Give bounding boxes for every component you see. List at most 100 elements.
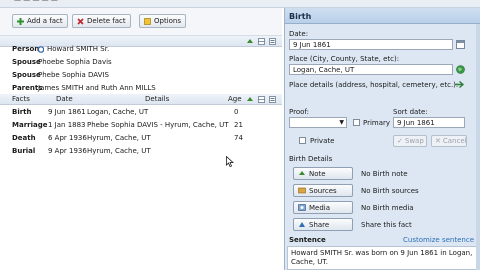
fact-details: Phebe Sophia DAVIS - Hyrum, Cache, UT <box>87 121 229 129</box>
cancel-label: Cancel <box>442 137 467 145</box>
swap-button[interactable]: ✓ Swap <box>393 135 427 147</box>
media-status: No Birth media <box>361 204 414 212</box>
fact-type: Burial <box>12 147 36 155</box>
proof-label: Proof: <box>289 108 309 116</box>
media-button[interactable]: Media <box>293 201 353 214</box>
options-label: Options <box>154 17 182 25</box>
delete-fact-button[interactable]: Delete fact <box>72 14 131 28</box>
fact-details: Hyrum, Cache, UT <box>87 147 151 155</box>
family-row-value: Phebe Sophia DAVIS <box>38 71 109 79</box>
fact-edit-panel: Birth Date: 9 Jun 1861 Place (City, Coun… <box>284 8 480 270</box>
share-button-label: Share <box>309 220 330 229</box>
top-strip: — — — — — <box>0 0 480 8</box>
swap-label: Swap <box>404 137 424 145</box>
note-status: No Birth note <box>361 170 408 178</box>
share-status: Share this fact <box>361 221 412 229</box>
fact-age: 74 <box>234 134 243 142</box>
fact-row-death[interactable]: Death 6 Apr 1936 Hyrum, Cache, UT 74 <box>0 132 282 144</box>
share-icon <box>298 221 306 228</box>
person-icon[interactable] <box>246 96 254 103</box>
media-button-label: Media <box>309 203 331 212</box>
sentence-label: Sentence <box>289 236 326 244</box>
calendar-icon[interactable] <box>456 39 465 49</box>
panel-title: Birth <box>289 12 312 21</box>
column-header-details[interactable]: Details <box>145 95 169 103</box>
delete-fact-label: Delete fact <box>87 17 126 25</box>
primary-checkbox[interactable] <box>353 119 360 126</box>
chevron-down-icon: ▼ <box>339 119 344 126</box>
fact-age: 0 <box>234 108 239 116</box>
fact-row-birth[interactable]: Birth 9 Jun 1861 Logan, Cache, UT 0 <box>0 106 282 118</box>
sources-button-label: Sources <box>309 186 337 195</box>
family-row-label: Spouse <box>12 58 41 66</box>
place-field[interactable]: Logan, Cache, UT <box>289 64 453 75</box>
primary-label: Primary <box>363 119 391 127</box>
family-row-label: Person <box>12 45 40 53</box>
fact-date: 1 Jan 1883 <box>48 121 86 129</box>
fact-details: Hyrum, Cache, UT <box>87 134 151 142</box>
fact-row-marriage[interactable]: Marriage 1 Jan 1883 Phebe Sophia DAVIS -… <box>0 119 282 131</box>
family-row-label: Spouse <box>12 71 41 79</box>
fact-row-burial[interactable]: Burial 9 Apr 1936 Hyrum, Cache, UT <box>0 145 282 157</box>
options-icon <box>144 17 151 25</box>
add-icon <box>17 17 24 25</box>
private-checkbox[interactable] <box>299 137 306 144</box>
note-button[interactable]: Note <box>293 167 353 180</box>
panel-title-bar: Birth <box>285 8 480 24</box>
share-button[interactable]: Share <box>293 218 353 231</box>
grid-view-icon[interactable] <box>258 96 265 103</box>
male-icon <box>37 45 45 53</box>
fact-type: Marriage <box>12 121 48 129</box>
toolbar: Add a fact Delete fact Options <box>0 8 282 36</box>
place-label: Place (City, County, State, etc): <box>289 55 400 63</box>
sort-date-label: Sort date: <box>393 108 428 116</box>
birth-details-label: Birth Details <box>289 155 333 163</box>
column-header-facts[interactable]: Facts <box>12 95 30 103</box>
family-row-label: Parents <box>12 84 43 92</box>
customize-sentence-link[interactable]: Customize sentence <box>403 236 474 244</box>
family-row-value: Howard SMITH Sr. <box>47 45 110 53</box>
note-button-label: Note <box>309 169 326 178</box>
date-field[interactable]: 9 Jun 1861 <box>289 39 453 50</box>
family-row-person[interactable]: Person Howard SMITH Sr. <box>0 43 282 55</box>
add-fact-button[interactable]: Add a fact <box>12 14 68 28</box>
add-fact-label: Add a fact <box>27 17 63 25</box>
delete-icon <box>77 17 84 25</box>
family-row-value: James SMITH and Ruth Ann MILLS <box>38 84 156 92</box>
sources-button[interactable]: Sources <box>293 184 353 197</box>
family-row-value: Phoebe Sophia Davis <box>38 58 112 66</box>
mouse-cursor-icon <box>226 155 234 168</box>
family-row-parents[interactable]: Parents James SMITH and Ruth Ann MILLS <box>0 82 282 94</box>
column-header-age[interactable]: Age <box>228 95 242 103</box>
column-header-date[interactable]: Date <box>56 95 73 103</box>
fact-date: 6 Apr 1936 <box>48 134 87 142</box>
date-label: Date: <box>289 30 309 38</box>
fact-age: 21 <box>234 121 243 129</box>
proof-select[interactable]: ▼ <box>289 117 347 128</box>
fact-date: 9 Apr 1936 <box>48 147 87 155</box>
place-details-label: Place details (address, hospital, cemete… <box>289 81 459 89</box>
fact-type: Death <box>12 134 36 142</box>
media-icon <box>298 204 306 211</box>
close-icon: ✕ <box>435 137 441 145</box>
list-view-icon[interactable] <box>269 96 276 103</box>
sentence-text[interactable]: Howard SMITH Sr. was born on 9 Jun 1861 … <box>287 246 477 270</box>
fact-details: Logan, Cache, UT <box>87 108 149 116</box>
panel-scrollbar[interactable] <box>476 24 480 270</box>
facts-column-header: Facts Date Details Age <box>0 94 282 105</box>
facts-main-area: Person Howard SMITH Sr. Spouse Phoebe So… <box>0 36 282 270</box>
fact-type: Birth <box>12 108 32 116</box>
sources-icon <box>298 187 306 194</box>
cut-off-tab-text: — — — — — <box>14 0 58 4</box>
sort-date-field[interactable]: 9 Jun 1861 <box>393 117 465 128</box>
family-row-spouse-1[interactable]: Spouse Phoebe Sophia Davis <box>0 56 282 68</box>
fact-date: 9 Jun 1861 <box>48 108 86 116</box>
arrow-right-icon[interactable] <box>455 80 465 89</box>
options-button[interactable]: Options <box>139 14 187 28</box>
check-icon: ✓ <box>397 137 403 145</box>
family-row-spouse-2[interactable]: Spouse Phebe Sophia DAVIS <box>0 69 282 81</box>
note-icon <box>298 170 306 177</box>
globe-icon[interactable] <box>456 65 465 74</box>
private-label: Private <box>310 137 335 145</box>
cancel-button[interactable]: ✕ Cancel <box>431 135 467 147</box>
